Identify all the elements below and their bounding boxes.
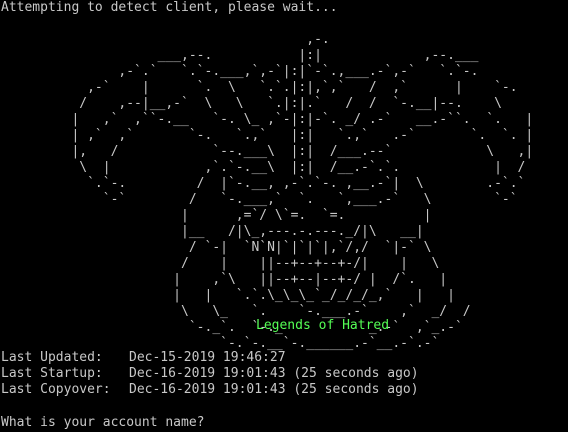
info-label: Last Updated: bbox=[1, 350, 103, 365]
terminal-window[interactable]: Attempting to detect client, please wait… bbox=[0, 0, 568, 432]
info-value: Dec-16-2019 19:01:43 (25 seconds ago) bbox=[129, 382, 419, 397]
info-label: Last Copyover: bbox=[1, 382, 111, 397]
info-row-last-startup: Last Startup: Dec-16-2019 19:01:43 (25 se… bbox=[1, 366, 419, 382]
account-name-prompt[interactable]: What is your account name? bbox=[1, 414, 221, 431]
info-value: Dec-16-2019 19:01:43 (25 seconds ago) bbox=[129, 366, 419, 381]
info-label: Last Startup: bbox=[1, 366, 103, 381]
prompt-text: What is your account name? bbox=[1, 415, 205, 430]
info-value: Dec-15-2019 19:46:27 bbox=[129, 350, 286, 365]
game-title: Legends of Hatred bbox=[256, 318, 390, 333]
status-message: Attempting to detect client, please wait… bbox=[1, 0, 338, 15]
info-row-last-updated: Last Updated: Dec-15-2019 19:46:27 bbox=[1, 350, 286, 366]
ascii-art-logo: ,-. ___,--. |:| ,--.___ ,-`.` `.`-.___,`… bbox=[71, 32, 534, 351]
input-cursor[interactable] bbox=[212, 414, 221, 428]
info-row-last-copyover: Last Copyover: Dec-16-2019 19:01:43 (25 s… bbox=[1, 382, 419, 398]
